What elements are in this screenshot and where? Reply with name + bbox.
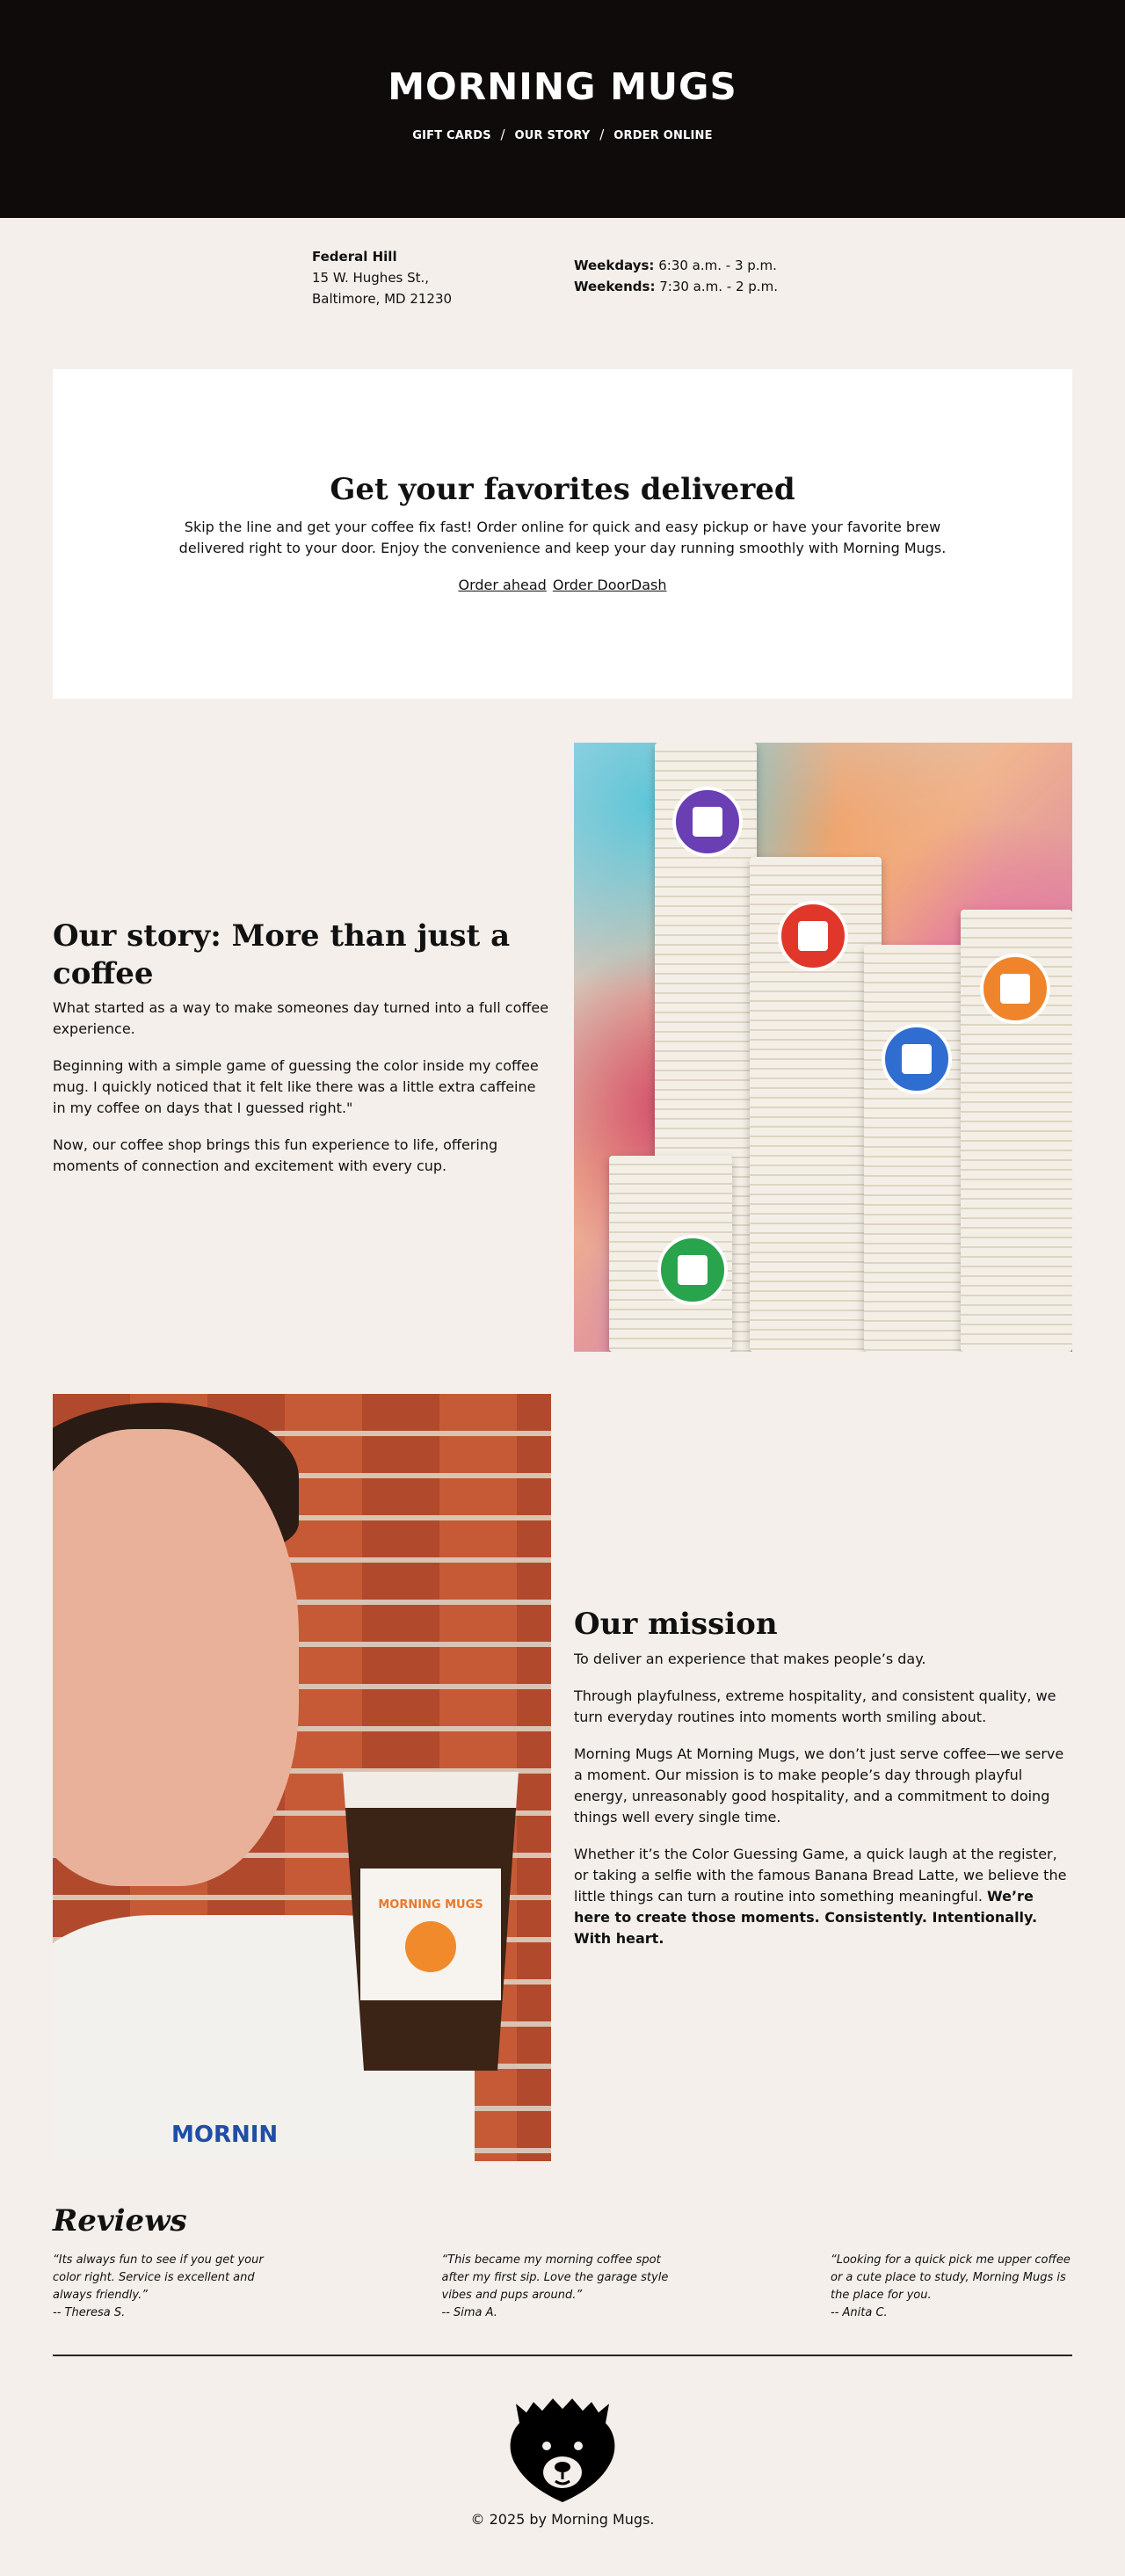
nav-gift-cards[interactable]: GIFT CARDS: [412, 129, 491, 142]
portrait-photo: MORNIN MORNING MUGS: [53, 1394, 551, 2161]
copyright-text: © 2025 by Morning Mugs.: [470, 2511, 655, 2528]
hours-block: Weekdays: 6:30 a.m. - 3 p.m. Weekends: 7…: [574, 246, 813, 369]
story-paragraph: Beginning with a simple game of guessing…: [53, 1057, 539, 1116]
review-quote: “Looking for a quick pick me upper coffe…: [831, 2253, 1071, 2302]
site-footer: © 2025 by Morning Mugs.: [0, 2356, 1125, 2558]
weekdays-hours: 6:30 a.m. - 3 p.m.: [658, 258, 777, 273]
nav-our-story[interactable]: OUR STORY: [515, 129, 591, 142]
location-info: Federal Hill 15 W. Hughes St., Baltimore…: [0, 218, 1125, 369]
review-item: “This became my morning coffee spot afte…: [442, 2252, 684, 2322]
address-line1: 15 W. Hughes St.,: [312, 270, 430, 286]
bear-logo-icon: [405, 1920, 456, 1972]
story-paragraph: Now, our coffee shop brings this fun exp…: [53, 1136, 498, 1174]
mission-paragraph: Through playfulness, extreme hospitality…: [574, 1687, 1056, 1725]
green-cup-badge: [657, 1235, 728, 1305]
bear-logo-icon: [510, 2398, 615, 2502]
address-line2: Baltimore, MD 21230: [312, 291, 453, 307]
weekdays-label: Weekdays:: [574, 258, 655, 273]
story-section: Our story: More than just a coffee What …: [53, 743, 1072, 1352]
cup-stack: [864, 945, 969, 1352]
nav-order-online[interactable]: ORDER ONLINE: [613, 129, 712, 142]
purple-cup-badge: [672, 787, 743, 857]
face: [53, 1429, 299, 1886]
review-author: -- Sima A.: [441, 2305, 497, 2319]
address-block: Federal Hill 15 W. Hughes St., Baltimore…: [312, 246, 574, 369]
nav-separator: /: [599, 127, 605, 142]
weekends-label: Weekends:: [574, 279, 656, 294]
red-cup-badge: [778, 901, 848, 971]
mission-section: MORNIN MORNING MUGS Our mission To deliv…: [53, 1394, 1072, 2161]
review-item: “Looking for a quick pick me upper coffe…: [831, 2252, 1072, 2322]
mission-paragraph: To deliver an experience that makes peop…: [574, 1650, 926, 1667]
story-text: Our story: More than just a coffee What …: [53, 743, 551, 1352]
story-title: Our story: More than just a coffee: [53, 918, 511, 991]
reviews-section: Reviews “Its always fun to see if you ge…: [53, 2203, 1072, 2355]
review-quote: “This became my morning coffee spot afte…: [441, 2253, 669, 2302]
review-list: “Its always fun to see if you get your c…: [53, 2252, 1072, 2322]
nav-separator: /: [500, 127, 505, 142]
mission-text: Our mission To deliver an experience tha…: [574, 1394, 1072, 2161]
mission-paragraph: Whether it’s the Color Guessing Game, a …: [574, 1845, 1067, 1947]
weekends-hours: 7:30 a.m. - 2 p.m.: [659, 279, 778, 294]
delivery-card: Get your favorites delivered Skip the li…: [53, 369, 1072, 699]
reviews-title: Reviews: [53, 2203, 187, 2239]
order-doordash-link[interactable]: Order DoorDash: [553, 577, 667, 593]
mission-title: Our mission: [574, 1607, 778, 1643]
review-quote: “Its always fun to see if you get your c…: [53, 2253, 264, 2302]
delivery-links: Order ahead Order DoorDash: [457, 575, 667, 596]
order-ahead-link[interactable]: Order ahead: [458, 577, 546, 593]
review-author: -- Theresa S.: [53, 2305, 126, 2319]
review-author: -- Anita C.: [831, 2305, 888, 2319]
cup-label-text: MORNING MUGS: [378, 1898, 483, 1912]
location-name: Federal Hill: [312, 249, 397, 265]
site-header: MORNING MUGS GIFT CARDS / OUR STORY / OR…: [0, 0, 1125, 218]
delivery-body: Skip the line and get your coffee fix fa…: [178, 518, 947, 556]
cup-label: MORNING MUGS: [360, 1869, 501, 2000]
review-item: “Its always fun to see if you get your c…: [53, 2252, 294, 2322]
cups-photo: [574, 743, 1072, 1352]
site-logo[interactable]: MORNING MUGS: [388, 69, 737, 105]
mission-paragraph: Morning Mugs At Morning Mugs, we don’t j…: [574, 1745, 1064, 1825]
main-nav: GIFT CARDS / OUR STORY / ORDER ONLINE: [412, 125, 712, 145]
shirt-logo-text: MORNIN: [171, 2122, 279, 2148]
blue-cup-badge: [882, 1024, 952, 1094]
story-paragraph: What started as a way to make someones d…: [53, 999, 549, 1037]
delivery-title: Get your favorites delivered: [330, 472, 795, 508]
orange-cup-badge: [980, 954, 1050, 1024]
